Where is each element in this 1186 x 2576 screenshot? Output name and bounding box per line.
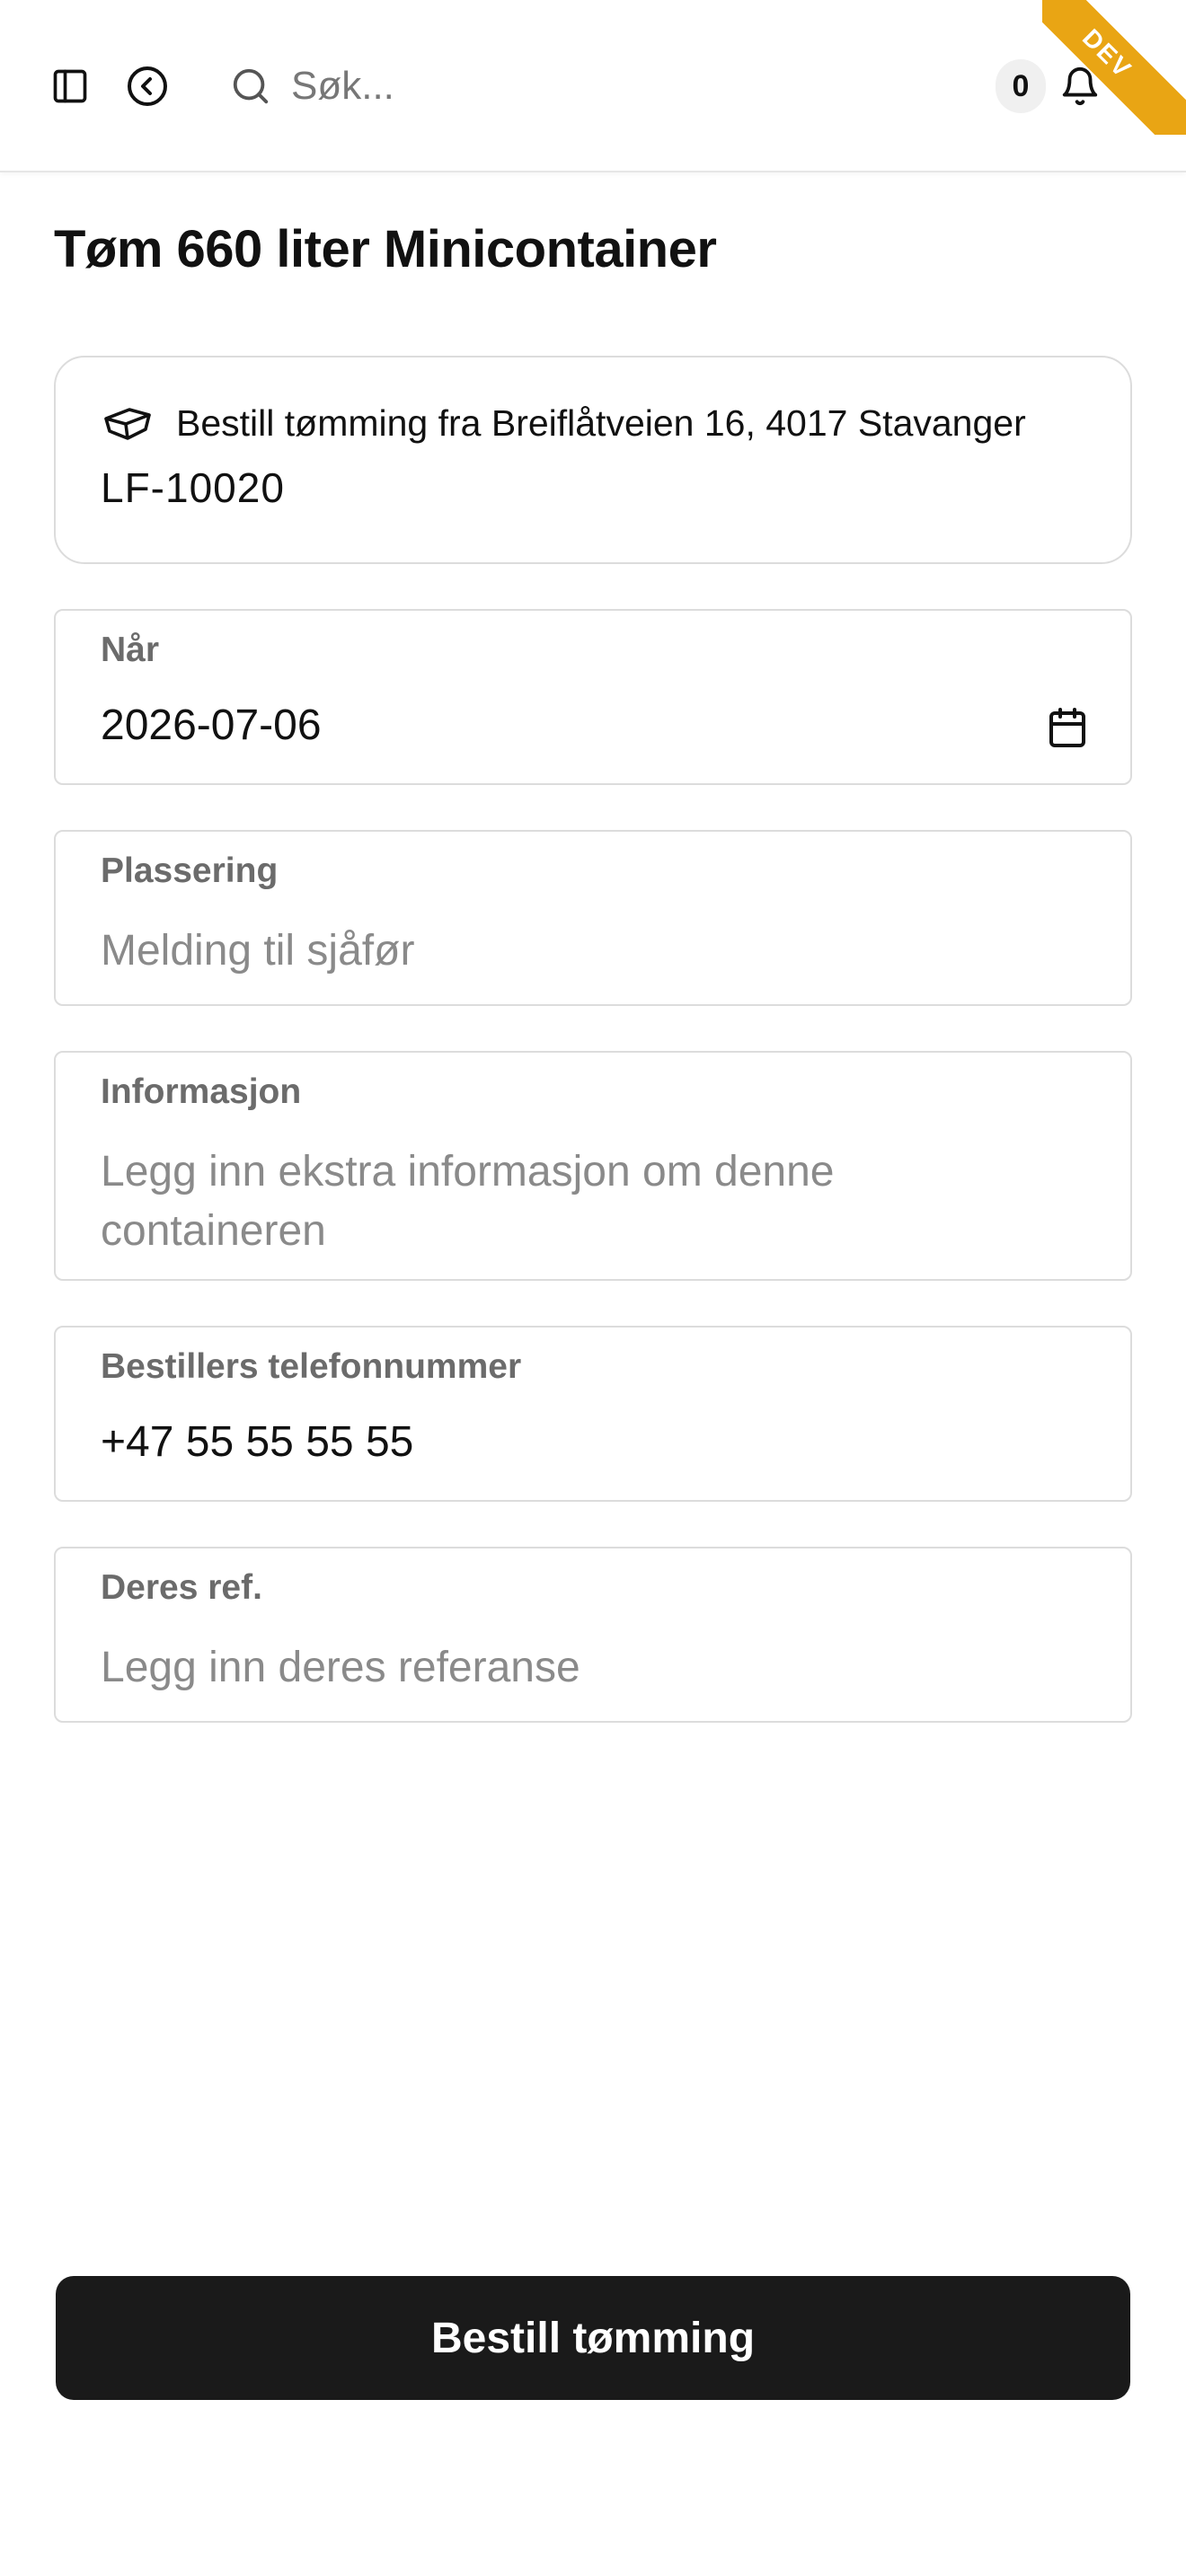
reference-field-input[interactable]: Legg inn deres referanse — [101, 1638, 1071, 1698]
top-bar: 0 DEV — [0, 0, 1186, 172]
reference-field-label: Deres ref. — [101, 1568, 262, 1607]
back-button[interactable] — [120, 59, 174, 113]
information-field-label: Informasjon — [101, 1072, 302, 1111]
search-bar[interactable] — [230, 54, 769, 119]
search-icon — [230, 63, 277, 110]
phone-field-value[interactable]: +47 55 55 55 55 — [101, 1417, 413, 1467]
back-arrow-icon — [128, 66, 167, 106]
search-input[interactable] — [291, 64, 740, 109]
sidebar-toggle-button[interactable] — [43, 59, 97, 113]
information-field-input[interactable]: Legg inn ekstra informasjon om denne con… — [101, 1142, 1071, 1261]
notification-count-badge: 0 — [996, 59, 1046, 113]
reference-field[interactable]: Deres ref. Legg inn deres referanse — [54, 1547, 1132, 1723]
order-info-row: Bestill tømming fra Breiflåtveien 16, 40… — [102, 402, 1026, 445]
page-title: Tøm 660 liter Minicontainer — [54, 220, 717, 278]
container-icon — [102, 404, 153, 444]
location-field-label: Plassering — [101, 851, 279, 890]
order-emptying-button[interactable]: Bestill tømming — [56, 2276, 1130, 2400]
dev-ribbon-wrapper: DEV — [1042, 0, 1186, 135]
order-info-card: Bestill tømming fra Breiflåtveien 16, 40… — [54, 356, 1132, 564]
dev-environment-ribbon: DEV — [1042, 0, 1186, 135]
information-field[interactable]: Informasjon Legg inn ekstra informasjon … — [54, 1051, 1132, 1281]
location-field[interactable]: Plassering Melding til sjåfør — [54, 830, 1132, 1006]
page: 0 DEV Tøm 660 liter Minicontainer Bestil… — [0, 0, 1186, 2576]
container-id: LF-10020 — [101, 464, 285, 511]
phone-field-label: Bestillers telefonnummer — [101, 1347, 522, 1386]
sidebar-icon — [53, 69, 87, 103]
location-field-input[interactable]: Melding til sjåfør — [101, 922, 1071, 981]
date-field-label: Når — [101, 631, 160, 669]
phone-field[interactable]: Bestillers telefonnummer +47 55 55 55 55 — [54, 1326, 1132, 1502]
date-field[interactable]: Når 2026-07-06 — [54, 609, 1132, 785]
date-field-value[interactable]: 2026-07-06 — [101, 701, 322, 750]
order-info-text: Bestill tømming fra Breiflåtveien 16, 40… — [176, 402, 1026, 444]
calendar-icon[interactable] — [1046, 706, 1089, 749]
